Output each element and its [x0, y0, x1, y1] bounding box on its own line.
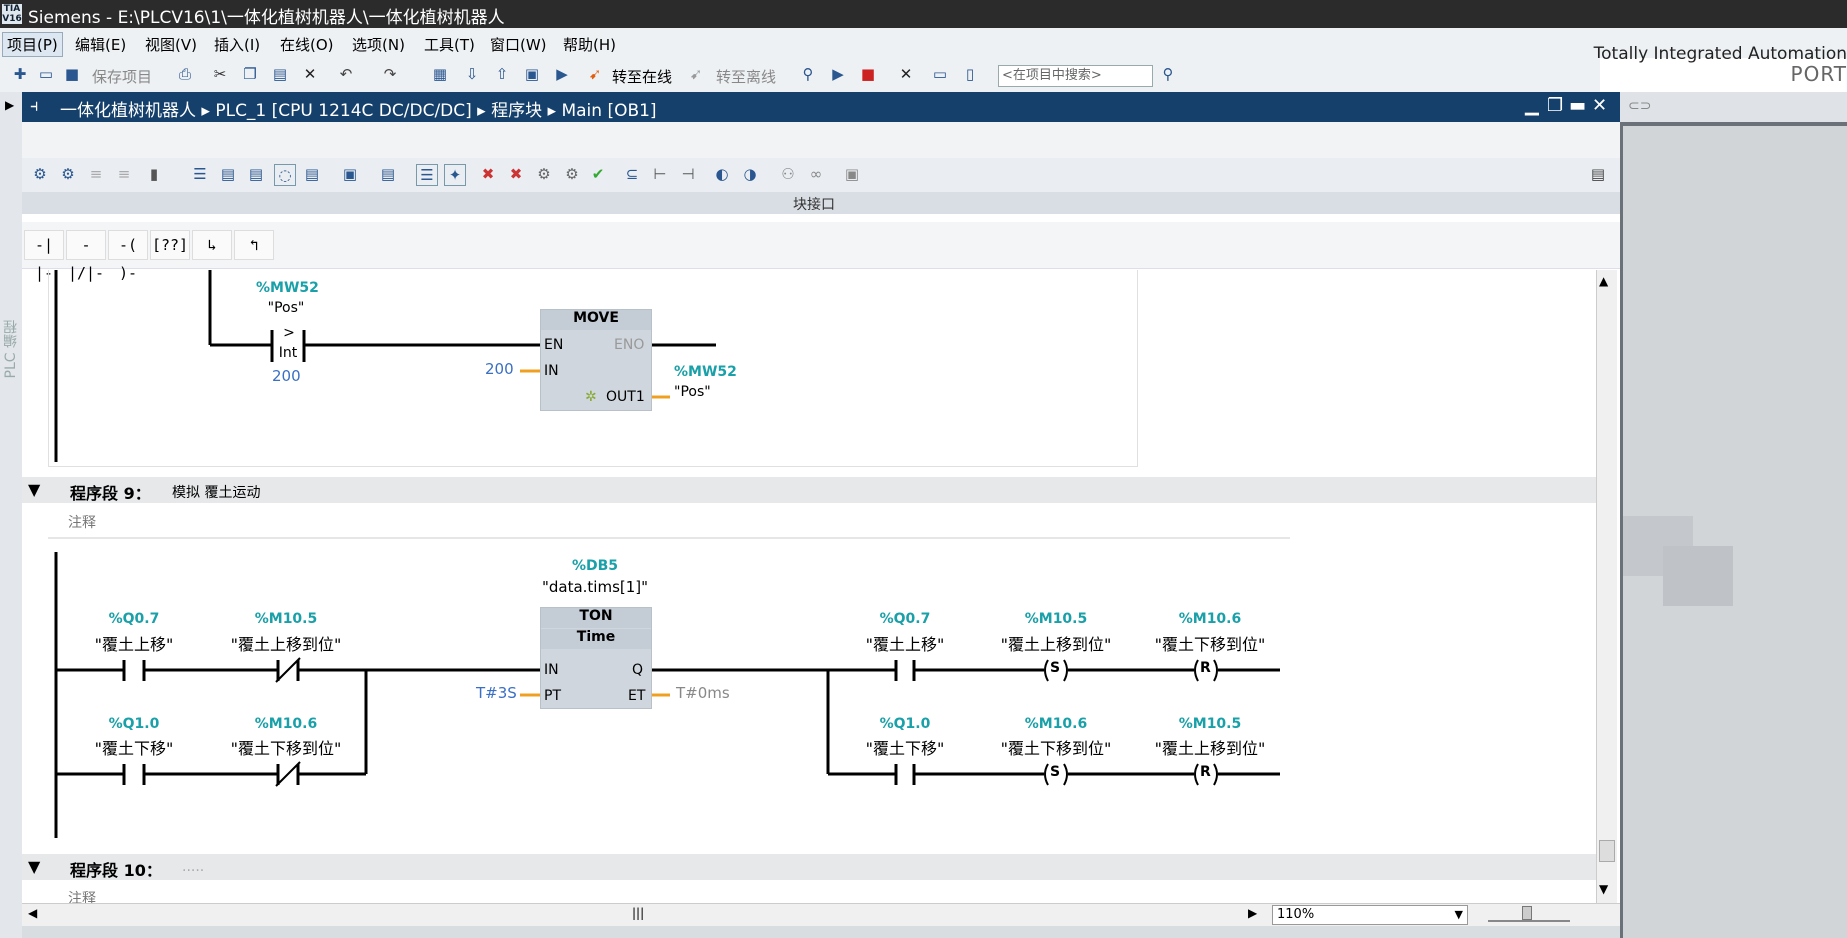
coil-set-m105-tag[interactable]: %M10.5	[996, 611, 1116, 627]
ton-et: ET	[628, 688, 646, 704]
coil-reset-m105-name[interactable]: "覆土上移到位"	[1130, 735, 1290, 759]
network-9-header[interactable]: ▼ 程序段 9： 模拟 覆土运动	[22, 477, 1596, 503]
coil-set-label: S	[1050, 764, 1061, 780]
ton-pt: PT	[544, 688, 561, 704]
cmp-tag-name[interactable]: "Pos"	[256, 300, 316, 316]
contact-q10-name[interactable]: "覆土下移"	[74, 735, 194, 759]
network-9-comment-field[interactable]: 注释	[68, 512, 96, 532]
coil-reset-m106-name[interactable]: "覆土下移到位"	[1130, 631, 1290, 655]
network-10-header[interactable]: ▼ 程序段 10： .....	[22, 854, 1596, 880]
collapse-network-icon[interactable]: ▼	[28, 857, 40, 876]
coil-reset-m105-tag[interactable]: %M10.5	[1150, 716, 1270, 732]
ton-title: TON	[541, 608, 651, 628]
cmp-operator: >	[283, 325, 295, 341]
cmp-type[interactable]: Int	[272, 345, 304, 361]
vertical-scrollbar[interactable]: ▲ ▼	[1596, 270, 1617, 906]
ton-et-value[interactable]: T#0ms	[676, 684, 730, 702]
network-10-title: 程序段 10：	[70, 861, 162, 880]
cmp-tag[interactable]: %MW52	[256, 280, 319, 296]
ton-db-name[interactable]: "data.tims[1]"	[530, 578, 660, 596]
scroll-up-icon[interactable]: ▲	[1599, 274, 1608, 288]
move-in-value[interactable]: 200	[485, 360, 514, 378]
scroll-right-icon[interactable]: ▶	[1248, 906, 1257, 920]
move-out-tag[interactable]: %MW52	[674, 364, 737, 380]
ton-db-tag[interactable]: %DB5	[560, 558, 630, 574]
ton-pt-value[interactable]: T#3S	[476, 684, 517, 702]
scroll-thumb-grip[interactable]: |||	[632, 906, 644, 920]
contact-q07-tag[interactable]: %Q0.7	[84, 611, 184, 627]
out-q07-name[interactable]: "覆土上移"	[845, 631, 965, 655]
scroll-left-icon[interactable]: ◀	[28, 906, 37, 920]
coil-set-m105-name[interactable]: "覆土上移到位"	[976, 631, 1136, 655]
coil-reset-m106-tag[interactable]: %M10.6	[1150, 611, 1270, 627]
move-in: IN	[544, 363, 559, 379]
move-eno: ENO	[614, 337, 645, 353]
coil-reset-label: R	[1200, 660, 1211, 676]
status-strip	[22, 926, 1620, 938]
move-title: MOVE	[541, 310, 651, 330]
contact-m105-tag[interactable]: %M10.5	[226, 611, 346, 627]
network-9-title: 程序段 9：	[70, 484, 151, 503]
ton-in: IN	[544, 662, 559, 678]
coil-set-m106-tag[interactable]: %M10.6	[996, 716, 1116, 732]
zoom-slider-thumb[interactable]	[1522, 906, 1532, 920]
move-out-name[interactable]: "Pos"	[674, 384, 711, 400]
move-out1: OUT1	[606, 389, 645, 405]
collapse-network-icon[interactable]: ▼	[28, 480, 40, 499]
coil-reset-label: R	[1200, 764, 1211, 780]
chevron-down-icon[interactable]: ▼	[1455, 906, 1463, 924]
contact-m105-name[interactable]: "覆土上移到位"	[206, 631, 366, 655]
scroll-down-icon[interactable]: ▼	[1599, 882, 1608, 896]
network-9-comment[interactable]: 模拟 覆土运动	[172, 482, 260, 502]
network-10-comment[interactable]: .....	[182, 859, 204, 875]
coil-set-label: S	[1050, 660, 1061, 676]
ladder-wiring	[48, 270, 1290, 838]
zoom-value: 110%	[1277, 907, 1315, 922]
contact-q07-name[interactable]: "覆土上移"	[74, 631, 194, 655]
contact-q10-tag[interactable]: %Q1.0	[84, 716, 184, 732]
contact-m106-tag[interactable]: %M10.6	[226, 716, 346, 732]
ton-type: Time	[541, 629, 651, 649]
zoom-select[interactable]: 110% ▼	[1272, 905, 1468, 925]
move-out-marker-icon: ✲	[585, 389, 597, 405]
out-q07-tag[interactable]: %Q0.7	[855, 611, 955, 627]
scroll-thumb[interactable]	[1599, 840, 1615, 862]
move-en: EN	[544, 337, 564, 353]
ton-q: Q	[632, 662, 644, 678]
out-q10-name[interactable]: "覆土下移"	[845, 735, 965, 759]
zoom-slider[interactable]	[1488, 906, 1570, 922]
out-q10-tag[interactable]: %Q1.0	[855, 716, 955, 732]
contact-m106-name[interactable]: "覆土下移到位"	[206, 735, 366, 759]
coil-set-m106-name[interactable]: "覆土下移到位"	[976, 735, 1136, 759]
cmp-value[interactable]: 200	[272, 367, 301, 385]
